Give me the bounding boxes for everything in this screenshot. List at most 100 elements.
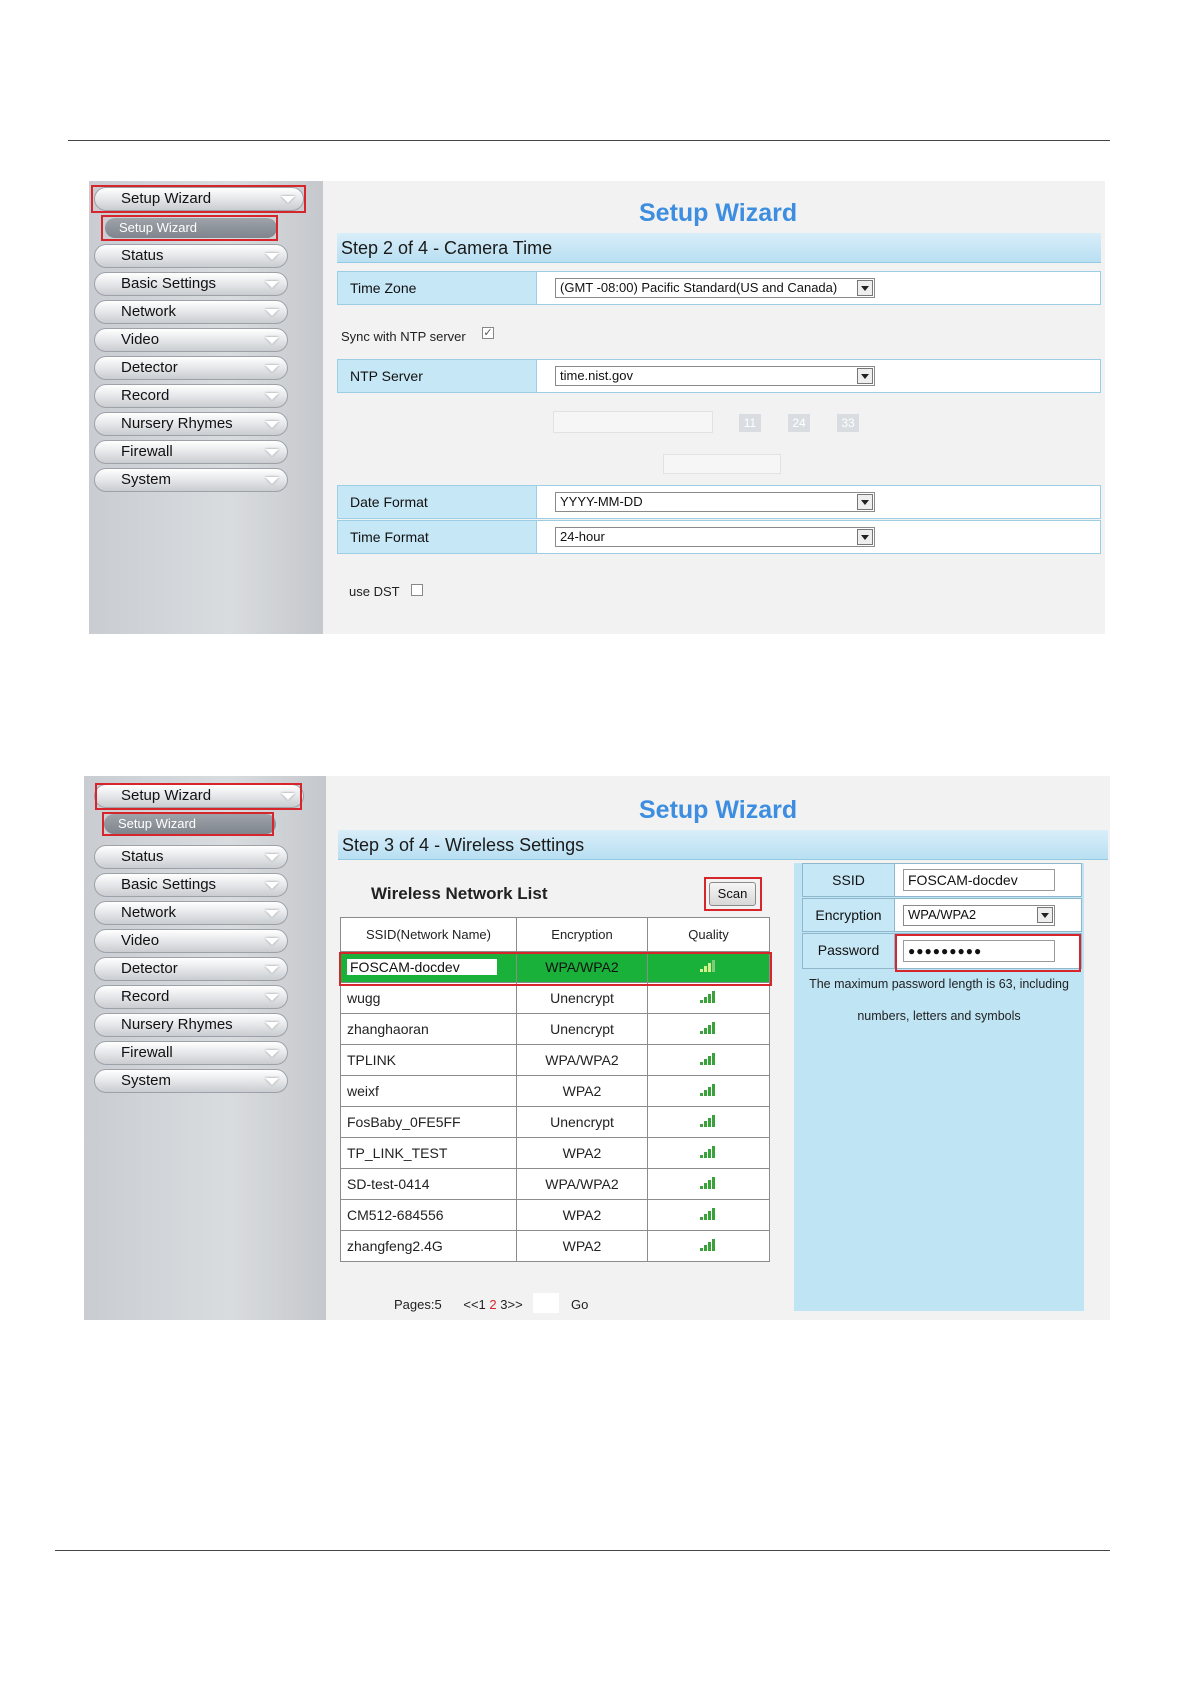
encryption-select[interactable]: WPA/WPA2 <box>903 905 1055 926</box>
encryption-label: Encryption <box>803 899 895 931</box>
signal-bar <box>711 1239 715 1251</box>
time-zone-select[interactable]: (GMT -08:00) Pacific Standard(US and Can… <box>555 278 875 298</box>
menu-nursery-rhymes[interactable]: Nursery Rhymes <box>94 412 288 436</box>
highlight-box <box>91 185 306 213</box>
network-ssid-text: weixf <box>347 1083 379 1099</box>
chevron-down-icon <box>265 910 279 917</box>
signal-bar <box>699 1124 703 1127</box>
signal-strength-icon <box>699 1115 718 1127</box>
network-ssid: FosBaby_0FE5FF <box>340 1106 517 1138</box>
sidebar-menu: Setup Wizard Setup Wizard Status Basic Se… <box>89 181 323 634</box>
chevron-down-icon <box>265 966 279 973</box>
menu-record[interactable]: Record <box>94 985 288 1009</box>
signal-bar <box>711 1053 715 1065</box>
network-ssid-text: wugg <box>347 990 381 1006</box>
network-quality <box>647 1106 770 1138</box>
menu-nursery-rhymes[interactable]: Nursery Rhymes <box>94 1013 288 1037</box>
signal-bar <box>707 1118 711 1127</box>
menu-firewall[interactable]: Firewall <box>94 1041 288 1065</box>
network-ssid-text: zhangfeng2.4G <box>347 1238 443 1254</box>
menu-detector[interactable]: Detector <box>94 356 288 380</box>
chevron-down-icon <box>265 365 279 372</box>
menu-video[interactable]: Video <box>94 929 288 953</box>
ssid-input[interactable]: FOSCAM-docdev <box>903 869 1055 891</box>
chevron-down-icon <box>265 994 279 1001</box>
menu-status[interactable]: Status <box>94 244 288 268</box>
menu-basic-settings[interactable]: Basic Settings <box>94 272 288 296</box>
menu-network[interactable]: Network <box>94 901 288 925</box>
network-ssid-text: zhanghaoran <box>347 1021 429 1037</box>
dropdown-arrow-icon <box>857 494 873 510</box>
step-header: Step 3 of 4 - Wireless Settings <box>338 830 1108 860</box>
network-ssid: weixf <box>340 1075 517 1107</box>
menu-detector[interactable]: Detector <box>94 957 288 981</box>
table-row[interactable]: wugg Unencrypt <box>340 982 770 1014</box>
signal-bar <box>711 1022 715 1034</box>
wireless-settings-screenshot: Setup Wizard Setup Wizard Status Basic Se… <box>84 776 1110 1320</box>
signal-bar <box>711 1177 715 1189</box>
signal-bar <box>711 991 715 1003</box>
network-quality <box>647 1199 770 1231</box>
network-quality <box>647 982 770 1014</box>
menu-label: Detector <box>121 960 178 977</box>
network-ssid: zhanghaoran <box>340 1013 517 1045</box>
date-format-label: Date Format <box>338 486 537 518</box>
signal-strength-icon <box>699 1208 718 1220</box>
table-row[interactable]: FosBaby_0FE5FF Unencrypt <box>340 1106 770 1138</box>
sync-ntp-checkbox[interactable]: ✓ <box>482 327 494 339</box>
time-format-value: 24-hour <box>560 529 605 544</box>
dropdown-arrow-icon <box>857 280 873 296</box>
network-ssid: TP_LINK_TEST <box>340 1137 517 1169</box>
menu-status[interactable]: Status <box>94 845 288 869</box>
chevron-down-icon <box>265 938 279 945</box>
camera-time-screenshot: Setup Wizard Setup Wizard Status Basic Se… <box>89 181 1105 634</box>
pager-next[interactable]: 3>> <box>500 1297 522 1312</box>
menu-label: Detector <box>121 359 178 376</box>
second-field: 33 <box>837 414 859 432</box>
time-format-select[interactable]: 24-hour <box>555 527 875 547</box>
use-dst-checkbox[interactable] <box>411 584 423 596</box>
signal-bar <box>703 1245 707 1251</box>
ntp-server-select[interactable]: time.nist.gov <box>555 366 875 386</box>
time-zone-row: Time Zone (GMT -08:00) Pacific Standard(… <box>337 271 1101 305</box>
menu-firewall[interactable]: Firewall <box>94 440 288 464</box>
wizard-content: Setup Wizard Step 3 of 4 - Wireless Sett… <box>326 776 1110 1320</box>
table-row[interactable]: SD-test-0414 WPA/WPA2 <box>340 1168 770 1200</box>
chevron-down-icon <box>265 393 279 400</box>
pager-prev[interactable]: <<1 <box>463 1297 485 1312</box>
chevron-down-icon <box>265 281 279 288</box>
page-title: Setup Wizard <box>639 199 798 227</box>
signal-strength-icon <box>699 1146 718 1158</box>
menu-label: Network <box>121 904 177 921</box>
table-row[interactable]: CM512-684556 WPA2 <box>340 1199 770 1231</box>
signal-bar <box>703 1121 707 1127</box>
go-button[interactable]: Go <box>571 1297 588 1312</box>
menu-basic-settings[interactable]: Basic Settings <box>94 873 288 897</box>
table-row[interactable]: TP_LINK_TEST WPA2 <box>340 1137 770 1169</box>
menu-video[interactable]: Video <box>94 328 288 352</box>
chevron-down-icon <box>265 309 279 316</box>
signal-strength-icon <box>699 1177 718 1189</box>
menu-system[interactable]: System <box>94 1069 288 1093</box>
signal-bar <box>707 1211 711 1220</box>
chevron-down-icon <box>265 337 279 344</box>
table-row[interactable]: weixf WPA2 <box>340 1075 770 1107</box>
signal-bar <box>703 1152 707 1158</box>
date-format-select[interactable]: YYYY-MM-DD <box>555 492 875 512</box>
col-quality: Quality <box>647 917 770 952</box>
menu-label: Nursery Rhymes <box>121 415 233 432</box>
table-row[interactable]: zhangfeng2.4G WPA2 <box>340 1230 770 1262</box>
network-ssid: zhangfeng2.4G <box>340 1230 517 1262</box>
selected-network-highlight <box>339 952 772 986</box>
menu-record[interactable]: Record <box>94 384 288 408</box>
signal-bar <box>703 1028 707 1034</box>
page-number-input[interactable] <box>533 1293 559 1313</box>
password-note-line2: numbers, letters and symbols <box>857 1009 1021 1023</box>
dropdown-arrow-icon <box>1037 907 1053 923</box>
hour-field: 11 <box>739 414 761 432</box>
table-row[interactable]: TPLINK WPA/WPA2 <box>340 1044 770 1076</box>
table-row[interactable]: zhanghaoran Unencrypt <box>340 1013 770 1045</box>
menu-system[interactable]: System <box>94 468 288 492</box>
signal-bar <box>699 1062 703 1065</box>
menu-network[interactable]: Network <box>94 300 288 324</box>
